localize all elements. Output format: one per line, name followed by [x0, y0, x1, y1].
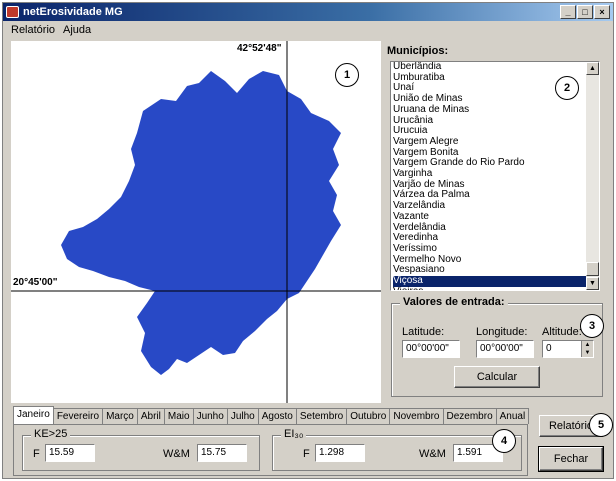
menu-bar: Relatório Ajuda — [3, 22, 613, 39]
app-icon — [6, 6, 19, 18]
ke-wm-label: W&M — [163, 448, 190, 460]
callout-4: 4 — [492, 429, 516, 453]
close-button[interactable]: × — [594, 5, 610, 19]
callout-3: 3 — [580, 314, 604, 338]
longitude-label: Longitude: — [476, 326, 528, 338]
latitude-input[interactable]: 00°00'00" — [402, 340, 460, 358]
menu-ajuda[interactable]: Ajuda — [63, 22, 91, 39]
tab-anual[interactable]: Anual — [495, 408, 530, 424]
ke-group: KE>25 F 15.59 W&M 15.75 — [22, 428, 260, 471]
altitude-spinner-icon[interactable]: ▲ ▼ — [581, 341, 593, 357]
maximize-button[interactable]: □ — [577, 5, 593, 19]
tab-abril[interactable]: Abril — [136, 408, 165, 424]
ei-f-label: F — [303, 448, 310, 460]
menu-relatorio[interactable]: Relatório — [11, 22, 55, 39]
list-item[interactable]: Viçosa — [393, 275, 599, 287]
window-controls: _ □ × — [560, 5, 610, 19]
callout-5: 5 — [589, 413, 613, 437]
scroll-down-arrow-icon[interactable]: ▼ — [586, 277, 599, 290]
tab-novembro[interactable]: Novembro — [389, 408, 444, 424]
minas-gerais-map[interactable] — [61, 71, 341, 375]
ei-f-value[interactable]: 1.298 — [315, 444, 365, 462]
ei-title: EI₃₀ — [281, 428, 307, 440]
callout-2: 2 — [555, 76, 579, 100]
main-window: netErosividade MG _ □ × Relatório Ajuda … — [2, 2, 614, 479]
altitude-value: 0 — [546, 343, 552, 354]
latitude-readout: 20°45'00" — [13, 277, 58, 288]
tab-março[interactable]: Março — [102, 408, 138, 424]
tab-dezembro[interactable]: Dezembro — [442, 408, 497, 424]
tab-maio[interactable]: Maio — [163, 408, 194, 424]
tab-outubro[interactable]: Outubro — [346, 408, 391, 424]
altitude-input[interactable]: 0 ▲ ▼ — [542, 340, 594, 358]
tab-setembro[interactable]: Setembro — [295, 408, 348, 424]
results-panel: KE>25 F 15.59 W&M 15.75 EI₃₀ F 1.298 W&M… — [13, 424, 528, 476]
longitude-readout: 42°52'48" — [237, 43, 282, 54]
fechar-button[interactable]: Fechar — [538, 446, 604, 472]
window-title: netErosividade MG — [23, 6, 123, 18]
ke-f-value[interactable]: 15.59 — [45, 444, 95, 462]
scroll-thumb[interactable] — [586, 262, 599, 276]
ei-wm-label: W&M — [419, 448, 446, 460]
list-item[interactable]: Vieiras — [393, 286, 599, 290]
scroll-up-arrow-icon[interactable]: ▲ — [586, 62, 599, 75]
latitude-label: Latitude: — [402, 326, 445, 338]
tab-janeiro[interactable]: Janeiro — [13, 406, 54, 424]
calcular-button[interactable]: Calcular — [454, 366, 540, 388]
ke-f-label: F — [33, 448, 40, 460]
list-item[interactable]: Uruana de Minas — [393, 104, 599, 116]
ke-wm-value[interactable]: 15.75 — [197, 444, 247, 462]
ei-group: EI₃₀ F 1.298 W&M 1.591 — [272, 428, 522, 471]
tab-fevereiro[interactable]: Fevereiro — [52, 408, 104, 424]
entrada-title: Valores de entrada: — [400, 296, 508, 308]
callout-1: 1 — [335, 63, 359, 87]
title-bar[interactable]: netErosividade MG _ □ × — [3, 3, 613, 21]
altitude-label: Altitude: — [542, 326, 582, 338]
municipios-label: Municípios: — [387, 45, 449, 57]
longitude-input[interactable]: 00°00'00" — [476, 340, 534, 358]
map-panel[interactable]: 42°52'48" 20°45'00" 1 — [11, 41, 381, 403]
entrada-group: Valores de entrada: Latitude: Longitude:… — [391, 296, 604, 397]
map-canvas[interactable] — [11, 41, 381, 403]
ke-title: KE>25 — [31, 428, 71, 440]
list-scrollbar[interactable]: ▲ ▼ — [586, 62, 599, 290]
tab-julho[interactable]: Julho — [226, 408, 259, 424]
minimize-button[interactable]: _ — [560, 5, 576, 19]
list-item[interactable]: Vazante — [393, 211, 599, 223]
list-item[interactable]: Vespasiano — [393, 265, 599, 276]
municipios-list[interactable]: Uberlândia Umburatiba Unaí União de Minas Ur… — [390, 61, 600, 291]
tab-agosto[interactable]: Agosto — [257, 408, 297, 424]
tab-junho[interactable]: Junho — [192, 408, 228, 424]
